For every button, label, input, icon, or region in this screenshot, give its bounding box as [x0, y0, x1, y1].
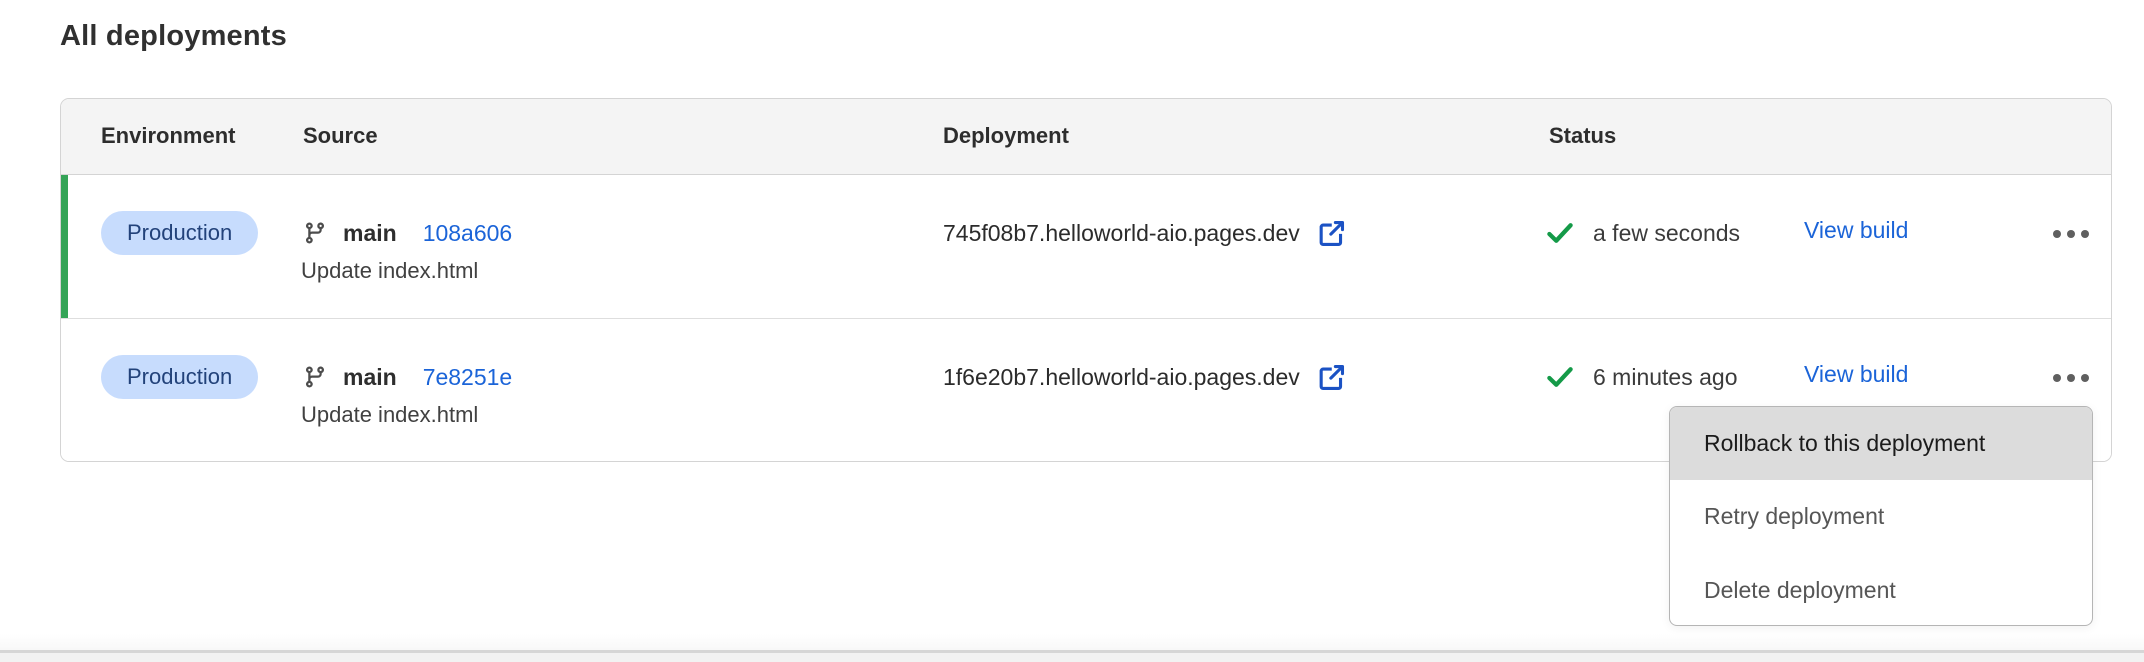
table-header-row: Environment Source Deployment Status: [61, 99, 2111, 175]
git-branch-icon: [303, 221, 327, 245]
environment-badge: Production: [101, 355, 258, 399]
status-time: a few seconds: [1593, 220, 1740, 247]
table-row: Production main 108a606 Update index.htm…: [61, 175, 2111, 319]
environment-badge: Production: [101, 211, 258, 255]
commit-message: Update index.html: [301, 258, 478, 284]
row-actions-button[interactable]: [2039, 359, 2103, 397]
deployment-url: 1f6e20b7.helloworld-aio.pages.dev: [943, 364, 1300, 391]
git-branch-icon: [303, 365, 327, 389]
deployment-cell: 1f6e20b7.helloworld-aio.pages.dev: [943, 355, 1347, 399]
status-cell: 6 minutes ago: [1545, 355, 1737, 399]
branch-name: main: [343, 364, 397, 391]
external-link-icon[interactable]: [1316, 218, 1347, 249]
commit-link[interactable]: 108a606: [423, 220, 513, 247]
column-header-source: Source: [303, 123, 378, 149]
commit-message: Update index.html: [301, 402, 478, 428]
deployment-url: 745f08b7.helloworld-aio.pages.dev: [943, 220, 1300, 247]
source-cell: main 7e8251e: [303, 355, 512, 399]
ellipsis-icon: [2053, 230, 2061, 238]
page-title: All deployments: [60, 20, 287, 53]
page-background-strip: [0, 653, 2144, 662]
deployments-page: All deployments Environment Source Deplo…: [0, 0, 2144, 662]
row-actions-menu: Rollback to this deployment Retry deploy…: [1669, 406, 2093, 626]
status-cell: a few seconds: [1545, 211, 1740, 255]
check-icon: [1545, 362, 1575, 392]
column-header-status: Status: [1549, 123, 1616, 149]
view-build-link[interactable]: View build: [1804, 361, 1908, 388]
check-icon: [1545, 218, 1575, 248]
deployment-cell: 745f08b7.helloworld-aio.pages.dev: [943, 211, 1347, 255]
commit-link[interactable]: 7e8251e: [423, 364, 513, 391]
current-deployment-indicator: [61, 175, 68, 318]
source-cell: main 108a606: [303, 211, 512, 255]
ellipsis-icon: [2053, 374, 2061, 382]
menu-item-delete[interactable]: Delete deployment: [1670, 554, 2092, 626]
external-link-icon[interactable]: [1316, 362, 1347, 393]
branch-name: main: [343, 220, 397, 247]
menu-item-retry[interactable]: Retry deployment: [1670, 480, 2092, 553]
row-actions-button[interactable]: [2039, 215, 2103, 253]
menu-item-rollback[interactable]: Rollback to this deployment: [1670, 407, 2092, 480]
view-build-link[interactable]: View build: [1804, 217, 1908, 244]
column-header-deployment: Deployment: [943, 123, 1069, 149]
section-bottom-fade: [0, 634, 2144, 650]
column-header-environment: Environment: [101, 123, 235, 149]
status-time: 6 minutes ago: [1593, 364, 1737, 391]
